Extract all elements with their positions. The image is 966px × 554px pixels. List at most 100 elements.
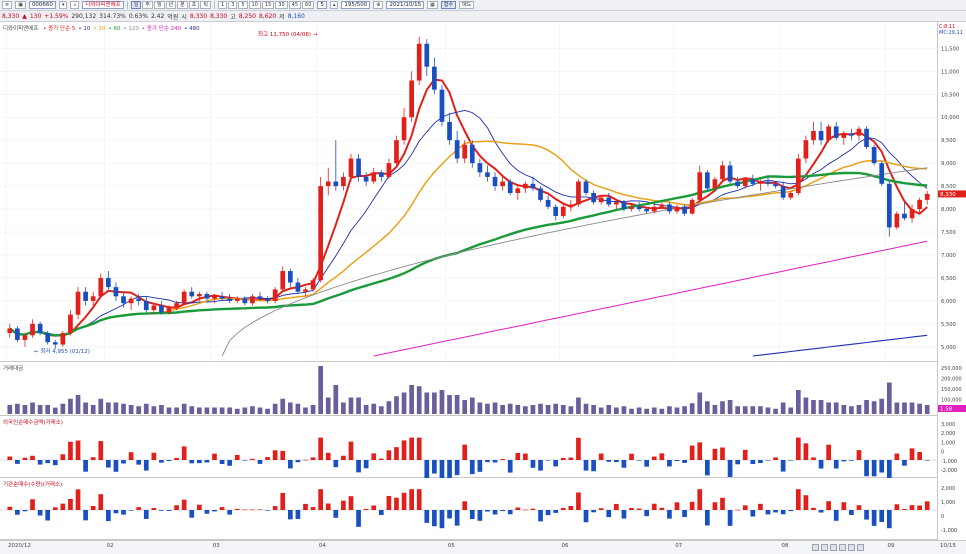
candle-body[interactable] <box>348 158 354 177</box>
candle-body[interactable] <box>750 179 756 184</box>
volume-bar[interactable] <box>242 407 248 415</box>
net-buy-bar[interactable] <box>181 446 187 460</box>
net-buy-bar[interactable] <box>742 449 748 460</box>
net-buy-bar[interactable] <box>492 510 498 515</box>
candle-body[interactable] <box>924 193 930 200</box>
candle-body[interactable] <box>341 176 346 187</box>
candle-body[interactable] <box>477 163 483 173</box>
net-buy-bar[interactable] <box>219 460 225 464</box>
volume-bar[interactable] <box>280 398 286 414</box>
candle-body[interactable] <box>174 303 179 308</box>
volume-bar[interactable] <box>636 407 642 415</box>
candle-body[interactable] <box>257 296 263 299</box>
minute-button[interactable]: 45 <box>288 1 302 9</box>
net-buy-bar[interactable] <box>583 460 589 471</box>
net-buy-bar[interactable] <box>234 508 240 510</box>
net-buy-bar[interactable] <box>712 448 718 460</box>
volume-bar[interactable] <box>727 400 733 414</box>
candle-body[interactable] <box>227 298 233 301</box>
volume-bar[interactable] <box>576 397 581 415</box>
net-buy-bar[interactable] <box>826 501 831 510</box>
volume-bar[interactable] <box>75 395 81 414</box>
net-buy-bar[interactable] <box>750 510 756 517</box>
net-buy-bar[interactable] <box>674 460 680 462</box>
net-buy-bar[interactable] <box>196 460 202 464</box>
net-buy-bar[interactable] <box>530 460 536 468</box>
candle-body[interactable] <box>325 181 331 187</box>
volume-bar[interactable] <box>644 408 650 414</box>
candle-body[interactable] <box>469 144 475 164</box>
candle-body[interactable] <box>856 128 862 136</box>
volume-bar[interactable] <box>568 406 574 414</box>
minute-button[interactable]: 15 <box>261 1 275 9</box>
net-buy-bar[interactable] <box>833 460 839 469</box>
volume-bar[interactable] <box>826 402 831 415</box>
minute-button[interactable]: 30 <box>275 1 288 9</box>
net-buy-bar[interactable] <box>287 510 293 520</box>
net-buy-bar[interactable] <box>667 460 672 467</box>
volume-bar[interactable] <box>409 385 414 414</box>
net-buy-bar[interactable] <box>113 510 119 514</box>
period-button[interactable]: 월 <box>153 1 165 9</box>
volume-bar[interactable] <box>462 400 468 414</box>
volume-bar[interactable] <box>849 406 854 414</box>
candle-body[interactable] <box>758 181 763 184</box>
net-buy-bar[interactable] <box>75 440 81 460</box>
net-buy-bar[interactable] <box>886 460 892 478</box>
net-buy-bar[interactable] <box>659 507 665 510</box>
candle-body[interactable] <box>621 202 627 210</box>
net-buy-bar[interactable] <box>128 510 134 511</box>
volume-bar[interactable] <box>113 402 119 415</box>
net-buy-bar[interactable] <box>454 460 460 476</box>
volume-bar[interactable] <box>545 405 551 414</box>
net-buy-bar[interactable] <box>432 510 437 527</box>
candle-body[interactable] <box>818 131 824 141</box>
net-buy-bar[interactable] <box>917 452 922 460</box>
candle-body[interactable] <box>598 197 604 203</box>
net-buy-bar[interactable] <box>121 510 126 515</box>
candle-body[interactable] <box>712 179 718 189</box>
net-buy-bar[interactable] <box>219 507 225 510</box>
net-buy-bar[interactable] <box>568 505 574 510</box>
candle-body[interactable] <box>333 181 339 187</box>
volume-bar[interactable] <box>477 402 483 415</box>
candle-body[interactable] <box>523 183 528 189</box>
nav-prev-icon[interactable] <box>821 544 828 551</box>
date-input[interactable]: 2021/10/15 <box>386 1 425 9</box>
search-icon[interactable]: ⌕ <box>70 1 80 9</box>
net-buy-bar[interactable] <box>341 500 346 510</box>
net-buy-bar[interactable] <box>83 510 88 521</box>
candle-body[interactable] <box>189 291 195 297</box>
net-buy-bar[interactable] <box>242 460 248 461</box>
lock-icon[interactable]: ▣ <box>15 1 26 9</box>
net-buy-bar[interactable] <box>788 460 794 461</box>
candle-body[interactable] <box>7 328 13 334</box>
candle-body[interactable] <box>651 206 657 212</box>
volume-bar[interactable] <box>538 403 543 414</box>
net-buy-bar[interactable] <box>803 495 809 510</box>
period-button[interactable]: 틱 <box>200 1 211 9</box>
candle-body[interactable] <box>318 186 324 281</box>
volume-bar[interactable] <box>136 406 142 414</box>
candle-body[interactable] <box>538 188 543 200</box>
candle-body[interactable] <box>37 323 43 334</box>
code-dropdown-icon[interactable]: ▾ <box>58 1 68 9</box>
net-buy-bar[interactable] <box>15 460 20 464</box>
net-buy-bar[interactable] <box>856 450 862 460</box>
net-buy-bar[interactable] <box>818 460 824 469</box>
net-buy-bar[interactable] <box>136 507 142 510</box>
net-buy-bar[interactable] <box>242 509 248 511</box>
candle-body[interactable] <box>773 183 778 187</box>
net-buy-bar[interactable] <box>682 510 687 518</box>
volume-panel[interactable]: 거래대금 <box>0 362 937 416</box>
net-buy-bar[interactable] <box>871 510 877 526</box>
net-buy-bar[interactable] <box>780 510 786 515</box>
candle-body[interactable] <box>780 186 786 198</box>
volume-bar[interactable] <box>894 402 900 415</box>
net-buy-bar[interactable] <box>37 510 43 516</box>
volume-bar[interactable] <box>98 398 104 414</box>
net-buy-bar[interactable] <box>856 505 862 510</box>
net-buy-bar[interactable] <box>689 501 695 510</box>
net-buy-bar[interactable] <box>849 460 854 461</box>
net-buy-bar[interactable] <box>841 460 847 462</box>
